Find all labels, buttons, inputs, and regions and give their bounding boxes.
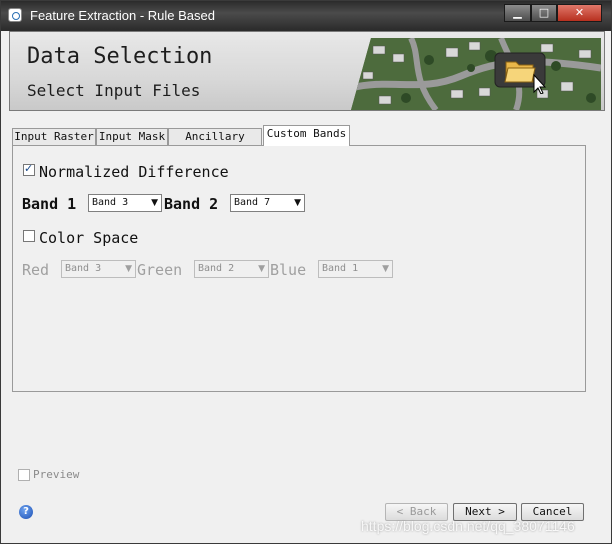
page-subtitle: Select Input Files [27, 81, 201, 100]
folder-icon [494, 52, 547, 94]
band1-select-value: Band 3 [92, 197, 129, 208]
tab-input-raster[interactable]: Input Raster [12, 128, 96, 145]
normalized-difference-label: Normalized Difference [39, 163, 229, 181]
watermark-text: https://blog.csdn.net/qq_38071146 [361, 518, 575, 534]
green-select-value: Band 2 [198, 263, 235, 274]
band2-select[interactable]: Band 7 ▼ [230, 194, 305, 212]
feature-extraction-window: Feature Extraction - Rule Based ▁ □ ✕ Da… [0, 0, 612, 544]
band2-select-value: Band 7 [234, 197, 271, 208]
header-banner: Data Selection Select Input Files [9, 31, 605, 111]
aerial-photo-graphic [351, 38, 601, 110]
green-label: Green [137, 261, 183, 279]
header-aerial-image [351, 38, 601, 110]
blue-label: Blue [270, 261, 307, 279]
chevron-down-icon: ▼ [294, 198, 301, 208]
tab-custom-bands[interactable]: Custom Bands [263, 125, 350, 146]
window-title: Feature Extraction - Rule Based [30, 8, 215, 23]
preview-label: Preview [33, 468, 80, 481]
question-icon[interactable]: ? [19, 505, 33, 519]
red-select[interactable]: Band 3 ▼ [61, 260, 136, 278]
preview-checkbox[interactable] [18, 469, 30, 481]
green-select[interactable]: Band 2 ▼ [194, 260, 269, 278]
band1-select[interactable]: Band 3 ▼ [88, 194, 162, 212]
chevron-down-icon: ▼ [125, 264, 132, 274]
app-icon [8, 8, 22, 22]
color-space-checkbox[interactable] [23, 230, 35, 242]
blue-select-value: Band 1 [322, 263, 359, 274]
maximize-button[interactable]: □ [531, 4, 557, 22]
normalized-difference-checkbox[interactable] [23, 162, 35, 176]
close-button[interactable]: ✕ [557, 4, 602, 22]
color-space-label: Color Space [39, 229, 139, 247]
red-select-value: Band 3 [65, 263, 102, 274]
chevron-down-icon: ▼ [382, 264, 389, 274]
band2-label: Band 2 [164, 195, 219, 213]
band1-label: Band 1 [22, 195, 77, 213]
tab-input-mask[interactable]: Input Mask [96, 128, 168, 145]
chevron-down-icon: ▼ [258, 264, 265, 274]
title-bar[interactable]: Feature Extraction - Rule Based ▁ □ ✕ [1, 1, 611, 31]
chevron-down-icon: ▼ [151, 198, 158, 208]
page-title: Data Selection [27, 44, 213, 69]
blue-select[interactable]: Band 1 ▼ [318, 260, 393, 278]
red-label: Red [22, 261, 50, 279]
minimize-button[interactable]: ▁ [504, 4, 531, 22]
tab-ancillary-data[interactable]: Ancillary Data [168, 128, 262, 159]
